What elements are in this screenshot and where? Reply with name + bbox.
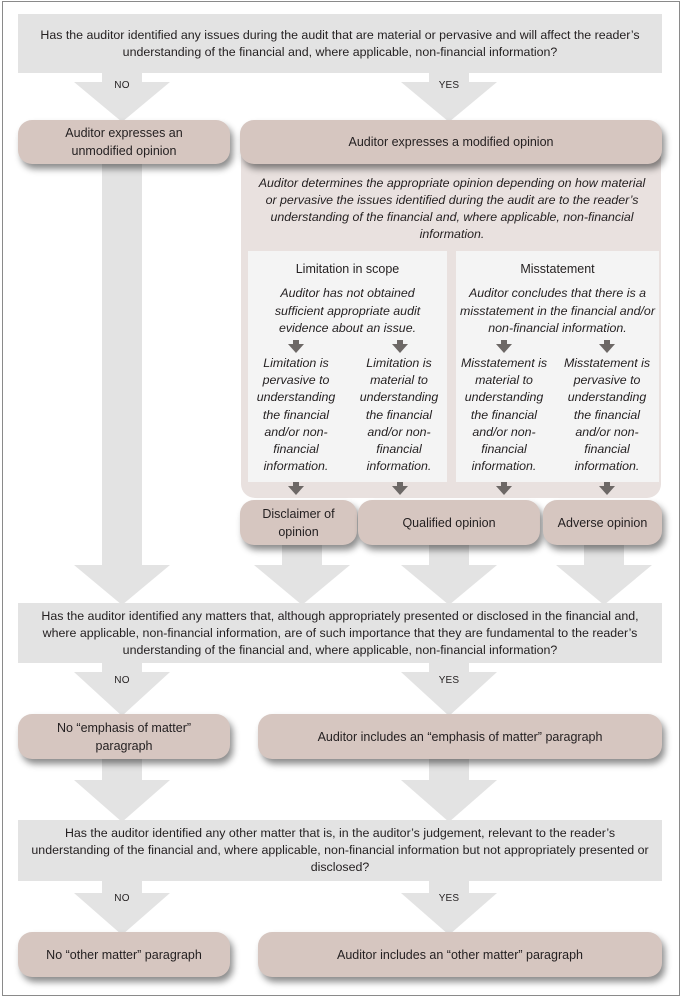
adverse-opinion-text: Adverse opinion xyxy=(557,515,648,530)
q1-yes-label: YES xyxy=(438,80,460,91)
modified-opinion-box: Auditor expresses a modified opinion xyxy=(240,120,662,164)
arrow-disclaimer-to-q2 xyxy=(254,540,350,605)
limitation-material-text: Limitation is material to understanding … xyxy=(359,356,439,474)
q2-yes-label: YES xyxy=(438,675,460,686)
question-2-text: Has the auditor identified any matters t… xyxy=(41,608,639,657)
arrow-q2-no xyxy=(74,662,170,716)
question-1-box: Has the auditor identified any issues du… xyxy=(18,14,662,73)
arrow-adverse-to-q2 xyxy=(556,540,652,605)
down-arrow-icon xyxy=(599,482,615,495)
down-arrow-icon xyxy=(288,482,304,495)
arrow-qualified-to-q2 xyxy=(401,540,497,605)
question-3-box: Has the auditor identified any other mat… xyxy=(18,820,662,881)
q3-no-label: NO xyxy=(114,893,130,904)
arrow-q3-no xyxy=(74,880,170,935)
down-arrow-icon xyxy=(392,482,408,495)
other-matter-box: Auditor includes an “other matter” parag… xyxy=(258,932,662,977)
arrow-q2-yes xyxy=(401,662,497,716)
limitation-pervasive-text: Limitation is pervasive to understanding… xyxy=(256,356,336,474)
limitation-description: Auditor has not obtained sufficient appr… xyxy=(274,286,421,335)
arrow-emphasis-no-to-q3 xyxy=(74,755,170,822)
down-arrow-icon xyxy=(496,482,512,495)
down-arrow-icon xyxy=(599,340,615,353)
q1-no-label: NO xyxy=(114,80,130,91)
unmodified-opinion-text: Auditor expresses an unmodified opinion xyxy=(65,126,183,158)
down-arrow-icon xyxy=(288,340,304,353)
unmodified-opinion-box: Auditor expresses an unmodified opinion xyxy=(18,120,230,164)
arrow-unmodified-to-q2 xyxy=(74,160,170,605)
misstatement-material-text: Misstatement is material to understandin… xyxy=(460,356,548,474)
arrow-q3-yes xyxy=(401,880,497,935)
question-3-text: Has the auditor identified any other mat… xyxy=(31,826,649,874)
modified-opinion-text: Auditor expresses a modified opinion xyxy=(348,135,554,149)
arrow-emphasis-yes-to-q3 xyxy=(401,755,497,822)
disclaimer-of-opinion-box: Disclaimer of opinion xyxy=(240,500,357,545)
q2-no-label: NO xyxy=(114,675,130,686)
adverse-opinion-box: Adverse opinion xyxy=(543,500,662,545)
question-1-text: Has the auditor identified any issues du… xyxy=(40,27,640,59)
misstatement-pervasive-text: Misstatement is pervasive to understandi… xyxy=(563,356,651,474)
down-arrow-icon xyxy=(392,340,408,353)
other-matter-text: Auditor includes an “other matter” parag… xyxy=(337,947,583,962)
no-emphasis-of-matter-text: No “emphasis of matter” paragraph xyxy=(56,720,192,753)
emphasis-of-matter-box: Auditor includes an “emphasis of matter”… xyxy=(258,714,662,759)
limitation-title: Limitation in scope xyxy=(295,262,400,276)
no-other-matter-box: No “other matter” paragraph xyxy=(18,932,230,977)
qualified-opinion-text: Qualified opinion xyxy=(402,515,496,530)
emphasis-of-matter-text: Auditor includes an “emphasis of matter”… xyxy=(317,729,603,744)
qualified-opinion-box: Qualified opinion xyxy=(358,500,540,545)
question-2-box: Has the auditor identified any matters t… xyxy=(18,603,662,663)
no-other-matter-text: No “other matter” paragraph xyxy=(46,947,202,962)
modified-opinion-intro: Auditor determines the appropriate opini… xyxy=(258,176,646,241)
down-arrow-icon xyxy=(496,340,512,353)
misstatement-title: Misstatement xyxy=(520,262,595,276)
disclaimer-of-opinion-text: Disclaimer of opinion xyxy=(262,506,335,539)
no-emphasis-of-matter-box: No “emphasis of matter” paragraph xyxy=(18,714,230,759)
q3-yes-label: YES xyxy=(438,893,460,904)
misstatement-description: Auditor concludes that there is a missta… xyxy=(460,286,655,335)
